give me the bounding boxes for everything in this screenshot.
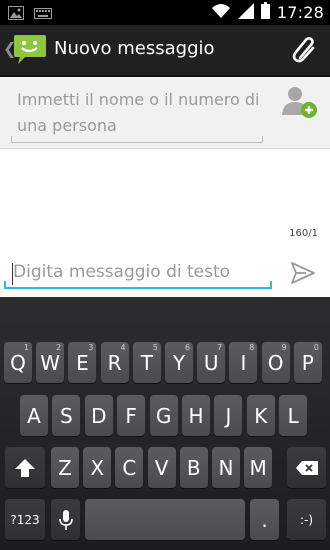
key-label: W — [40, 350, 61, 375]
recipient-placeholder: Immetti il nome o il numero di una perso… — [17, 90, 260, 135]
action-bar: ❮ Nuovo messaggio — [0, 25, 330, 77]
shift-key[interactable] — [5, 447, 45, 488]
key-secondary-label: 1 — [23, 343, 29, 352]
key-i[interactable]: I8 — [229, 342, 258, 383]
key-j[interactable]: J — [214, 395, 243, 436]
key-v[interactable]: V — [147, 447, 176, 488]
character-counter: 160/1 — [289, 228, 318, 239]
send-icon[interactable] — [290, 261, 316, 289]
soft-keyboard: Q1W2E3R4T5Y6U7I8O9P0 ASDFGHJKL ZXCVBNM ?… — [0, 297, 330, 550]
add-contact-icon[interactable] — [280, 85, 318, 123]
key-label: U — [203, 350, 219, 375]
key-secondary-label: 2 — [56, 343, 62, 352]
spacebar-key[interactable] — [85, 499, 245, 540]
recipient-input[interactable]: Immetti il nome o il numero di una perso… — [11, 83, 263, 143]
key-k[interactable]: K — [246, 395, 275, 436]
key-label: F — [125, 403, 137, 428]
attach-icon[interactable] — [292, 36, 318, 68]
key-secondary-label: 3 — [88, 343, 94, 352]
compose-area: Immetti il nome o il numero di una perso… — [0, 77, 330, 297]
key-n[interactable]: N — [212, 447, 240, 488]
symbols-key[interactable]: ?123 — [5, 499, 45, 540]
backspace-icon — [295, 460, 318, 475]
image-notification-icon — [8, 5, 24, 24]
key-e[interactable]: E3 — [68, 342, 97, 383]
key-label: K — [254, 403, 268, 428]
key-secondary-label: 0 — [313, 343, 319, 352]
key-c[interactable]: C — [115, 447, 144, 488]
key-label: C — [122, 455, 137, 480]
key-label: A — [27, 403, 41, 428]
status-bar: 17:28 — [0, 0, 330, 25]
key-a[interactable]: A — [20, 395, 48, 436]
key-s[interactable]: S — [52, 395, 81, 436]
key-x[interactable]: X — [83, 447, 112, 488]
key-label: V — [154, 455, 169, 480]
key-w[interactable]: W2 — [36, 342, 65, 383]
key-secondary-label: 5 — [152, 343, 158, 352]
key-label: E — [76, 350, 89, 375]
messaging-app-icon[interactable] — [13, 33, 47, 69]
key-label: R — [107, 350, 122, 375]
key-r[interactable]: R4 — [100, 342, 129, 383]
key-secondary-label: 8 — [249, 343, 255, 352]
key-label: Q — [10, 350, 26, 375]
battery-icon — [260, 2, 270, 23]
key-t[interactable]: T5 — [132, 342, 161, 383]
key-p[interactable]: P0 — [293, 342, 322, 383]
key-label: I — [240, 350, 247, 375]
key-y[interactable]: Y6 — [165, 342, 193, 383]
keyboard-notification-icon — [34, 5, 52, 24]
key-m[interactable]: M — [244, 447, 273, 488]
key-secondary-label: 6 — [184, 343, 190, 352]
key-h[interactable]: H — [182, 395, 210, 436]
key-label: D — [91, 403, 107, 428]
key-o[interactable]: O9 — [261, 342, 290, 383]
key-b[interactable]: B — [179, 447, 208, 488]
voice-input-key[interactable] — [51, 499, 80, 540]
key-label: O — [267, 350, 284, 375]
message-input[interactable]: Digita messaggio di testo — [4, 257, 272, 289]
key-secondary-label: 7 — [217, 343, 223, 352]
key-label: H — [188, 403, 204, 428]
backspace-key[interactable] — [287, 447, 326, 488]
key-label: Z — [58, 455, 72, 480]
key-g[interactable]: G — [149, 395, 178, 436]
key-label: G — [155, 403, 172, 428]
message-placeholder: Digita messaggio di testo — [13, 262, 231, 282]
shift-arrow-icon — [15, 458, 35, 477]
key-secondary-label: 9 — [281, 343, 287, 352]
key-l[interactable]: L — [279, 395, 308, 436]
key-label: Y — [172, 350, 186, 375]
emoji-key[interactable]: :-) — [287, 499, 326, 540]
key-f[interactable]: F — [117, 395, 146, 436]
recipient-section: Immetti il nome o il numero di una perso… — [0, 77, 330, 149]
key-d[interactable]: D — [84, 395, 113, 436]
key-label: X — [90, 455, 105, 480]
key-label: S — [60, 403, 73, 428]
key-u[interactable]: U7 — [197, 342, 226, 383]
key-label: T — [140, 350, 153, 375]
signal-icon — [237, 2, 254, 23]
key-label: M — [249, 455, 267, 480]
key-q[interactable]: Q1 — [4, 342, 32, 383]
wifi-icon — [211, 3, 231, 23]
microphone-icon — [58, 509, 73, 530]
key-secondary-label: 4 — [120, 343, 126, 352]
key-label: B — [186, 455, 201, 480]
key-label: N — [218, 455, 234, 480]
key-label: L — [287, 403, 299, 428]
key-label: P — [301, 350, 314, 375]
status-time: 17:28 — [276, 3, 324, 22]
period-key[interactable]: . — [250, 499, 279, 540]
key-label: J — [225, 403, 232, 428]
key-z[interactable]: Z — [51, 447, 79, 488]
page-title: Nuovo messaggio — [54, 38, 215, 59]
